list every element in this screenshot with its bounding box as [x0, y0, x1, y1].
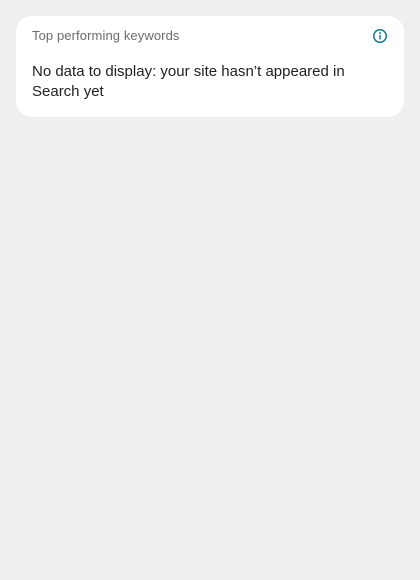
- empty-state-message: No data to display: your site hasn’t app…: [32, 63, 345, 100]
- info-icon: [373, 29, 387, 43]
- card-title: Top performing keywords: [32, 28, 180, 43]
- card-header: Top performing keywords: [32, 28, 388, 48]
- info-button[interactable]: [372, 28, 388, 44]
- top-keywords-card: Top performing keywords No data to displ…: [16, 16, 404, 117]
